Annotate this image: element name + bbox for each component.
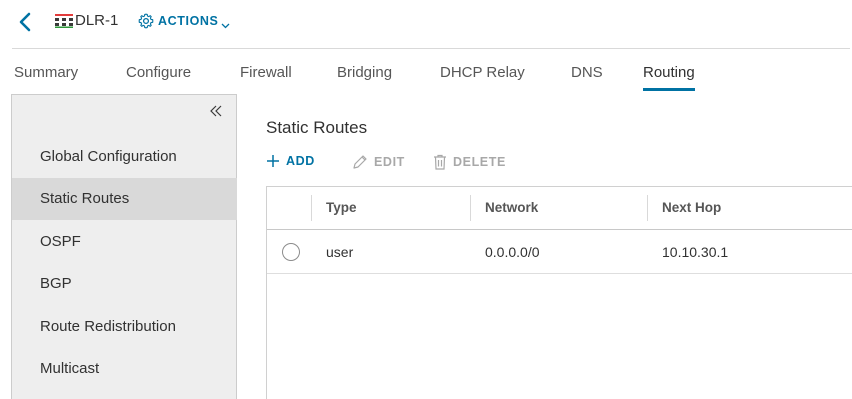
sidebar-item-ospf[interactable]: OSPF: [12, 221, 237, 263]
sidebar-item-global-configuration[interactable]: Global Configuration: [12, 136, 237, 178]
tab-label: Summary: [14, 64, 79, 81]
actions-label: ACTIONS: [158, 14, 219, 28]
delete-button[interactable]: DELETE: [433, 154, 506, 170]
chevron-down-icon: [221, 17, 230, 28]
plus-icon: [267, 155, 279, 167]
row-select-radio[interactable]: [282, 243, 300, 261]
collapse-double-chevron-icon[interactable]: [208, 103, 224, 119]
cell-network: 0.0.0.0/0: [485, 244, 540, 260]
add-label: ADD: [286, 154, 315, 168]
edit-label: EDIT: [374, 155, 405, 169]
sidebar-item-multicast[interactable]: Multicast: [12, 348, 237, 390]
column-divider: [647, 195, 648, 221]
sidebar-item-label: OSPF: [40, 233, 81, 250]
sidebar-item-route-redistribution[interactable]: Route Redistribution: [12, 306, 237, 348]
tab-label: Configure: [126, 64, 192, 81]
add-button[interactable]: ADD: [266, 154, 315, 168]
trash-icon: [434, 154, 446, 170]
routing-sidebar: Global Configuration Static Routes OSPF …: [11, 94, 237, 399]
cell-type: user: [326, 244, 354, 260]
tab-label: Firewall: [240, 64, 292, 81]
sidebar-item-label: Route Redistribution: [40, 318, 176, 335]
delete-label: DELETE: [453, 155, 506, 169]
back-icon[interactable]: [16, 12, 36, 32]
column-divider: [311, 195, 312, 221]
tab-label: DHCP Relay: [440, 64, 525, 81]
column-header-type[interactable]: Type: [326, 200, 357, 215]
tab-dhcp-relay[interactable]: DHCP Relay: [440, 58, 525, 90]
gear-icon: [138, 13, 154, 29]
page-title: Static Routes: [266, 118, 368, 137]
tab-dns[interactable]: DNS: [571, 58, 603, 90]
table-header: Type Network Next Hop: [267, 187, 852, 230]
table-row[interactable]: user 0.0.0.0/0 10.10.30.1: [267, 231, 852, 274]
cell-next-hop: 10.10.30.1: [662, 244, 729, 260]
sidebar-item-label: BGP: [40, 275, 72, 292]
tab-routing[interactable]: Routing: [643, 58, 695, 91]
sidebar-item-label: Multicast: [40, 360, 100, 377]
sidebar-item-label: Static Routes: [40, 190, 130, 207]
tab-label: Bridging: [337, 64, 393, 81]
tab-summary[interactable]: Summary: [14, 58, 78, 90]
active-tab-indicator: [643, 88, 695, 91]
column-divider: [470, 195, 471, 221]
pencil-icon: [353, 155, 367, 169]
sidebar-item-static-routes[interactable]: Static Routes: [12, 178, 237, 220]
sidebar-item-label: Global Configuration: [40, 148, 177, 165]
object-header: DLR-1 ACTIONS: [0, 0, 852, 46]
edit-button[interactable]: EDIT: [352, 154, 405, 170]
tab-bridging[interactable]: Bridging: [337, 58, 392, 90]
tab-bar: Summary Configure Firewall Bridging DHCP…: [0, 58, 852, 92]
column-header-next-hop[interactable]: Next Hop: [662, 200, 721, 215]
tab-label: DNS: [571, 64, 603, 81]
header-divider: [12, 48, 850, 49]
router-icon: [55, 14, 73, 28]
tab-label: Routing: [643, 64, 695, 81]
tab-configure[interactable]: Configure: [126, 58, 191, 90]
static-routes-table: Type Network Next Hop user 0.0.0.0/0 10.…: [266, 186, 852, 399]
actions-menu-button[interactable]: ACTIONS: [138, 13, 230, 29]
tab-firewall[interactable]: Firewall: [240, 58, 292, 90]
column-header-network[interactable]: Network: [485, 200, 538, 215]
object-title: DLR-1: [75, 12, 119, 29]
sidebar-item-bgp[interactable]: BGP: [12, 263, 237, 305]
